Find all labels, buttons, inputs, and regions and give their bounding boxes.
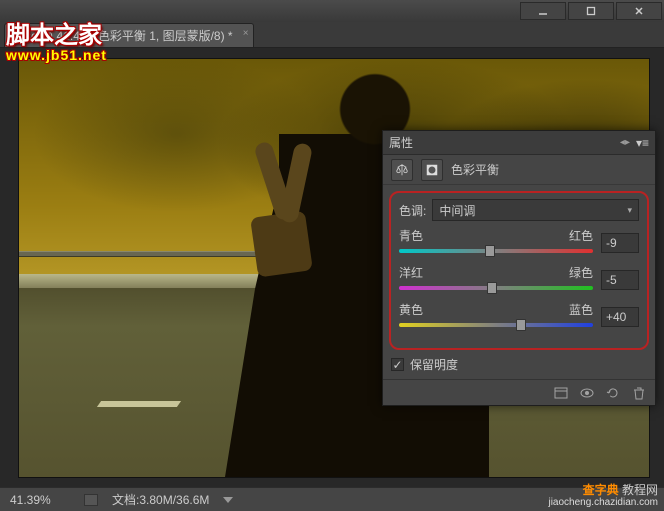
tone-label: 色调: (399, 202, 426, 219)
trash-icon[interactable] (631, 385, 647, 401)
panel-collapse-icon[interactable]: ◂▸ (620, 137, 630, 148)
window-minimize-button[interactable] (520, 2, 566, 20)
slider-track[interactable] (399, 283, 593, 293)
balance-scale-icon[interactable] (391, 159, 413, 181)
slider-right-label: 绿色 (569, 264, 593, 281)
preserve-luminosity-checkbox[interactable]: ✓ 保留明度 (391, 356, 655, 373)
slider-thumb[interactable] (485, 245, 495, 257)
status-indicator[interactable] (84, 494, 98, 506)
panel-menu-icon[interactable]: ▾≡ (636, 136, 649, 150)
slider-value-input[interactable]: +40 (601, 307, 639, 327)
canvas-hand (219, 129, 329, 289)
watermark-url: www.jb51.net (6, 48, 107, 62)
slider-magenta-green: 洋红 绿色 -5 (399, 264, 639, 293)
slider-right-label: 蓝色 (569, 301, 593, 318)
slider-right-label: 红色 (569, 227, 593, 244)
mask-icon[interactable] (421, 159, 443, 181)
bottom-watermark: 查字典 教程网 jiaocheng.chazidian.com (548, 482, 658, 508)
highlight-box: 色调: 中间调 ▾ 青色 红色 -9 洋红 绿色 -5 (389, 191, 649, 350)
slider-left-label: 黄色 (399, 301, 423, 318)
slider-left-label: 青色 (399, 227, 423, 244)
panel-header[interactable]: 属性 ◂▸ ▾≡ (383, 131, 655, 155)
panel-footer (383, 379, 655, 405)
slider-thumb[interactable] (487, 282, 497, 294)
doc-size-label: 文档: (112, 493, 139, 507)
window-close-button[interactable] (616, 2, 662, 20)
tone-value: 中间调 (439, 202, 475, 219)
checkbox-box: ✓ (391, 358, 404, 371)
close-tab-icon[interactable]: × (243, 28, 249, 39)
slider-track[interactable] (399, 246, 593, 256)
properties-panel: 属性 ◂▸ ▾≡ 色彩平衡 色调: 中间调 ▾ 青色 红色 -9 (382, 130, 656, 406)
slider-thumb[interactable] (516, 319, 526, 331)
flyout-icon[interactable] (223, 497, 233, 503)
panel-title: 属性 (389, 134, 413, 151)
slider-value-input[interactable]: -5 (601, 270, 639, 290)
slider-track[interactable] (399, 320, 593, 330)
chevron-down-icon: ▾ (627, 205, 632, 216)
slider-value-input[interactable]: -9 (601, 233, 639, 253)
doc-size-value: 3.80M/36.6M (139, 493, 209, 507)
lane-marking (97, 401, 181, 407)
slider-left-label: 洋红 (399, 264, 423, 281)
slider-cyan-red: 青色 红色 -9 (399, 227, 639, 256)
checkbox-label: 保留明度 (410, 356, 458, 373)
window-maximize-button[interactable] (568, 2, 614, 20)
adjustment-name: 色彩平衡 (451, 161, 499, 178)
zoom-level[interactable]: 41.39% (10, 493, 70, 507)
eye-icon[interactable] (579, 385, 595, 401)
clip-icon[interactable] (553, 385, 569, 401)
tone-select[interactable]: 中间调 ▾ (432, 199, 639, 221)
slider-yellow-blue: 黄色 蓝色 +40 (399, 301, 639, 330)
watermark-title: 脚本之家 (6, 24, 107, 48)
site-watermark: 脚本之家 www.jb51.net (6, 24, 107, 62)
reset-icon[interactable] (605, 385, 621, 401)
